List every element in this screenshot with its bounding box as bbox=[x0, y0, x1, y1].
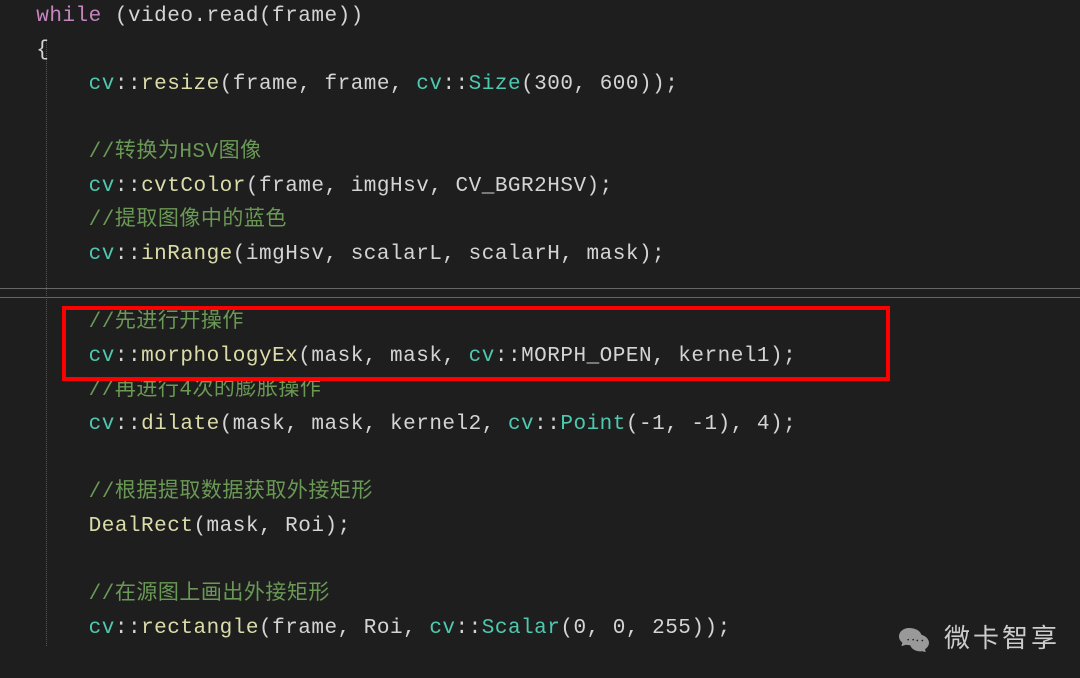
args: (mask, Roi); bbox=[193, 515, 350, 538]
code-line: //根据提取数据获取外接矩形 bbox=[10, 476, 1080, 510]
comment: //先进行开操作 bbox=[89, 311, 244, 334]
code-line: //转换为HSV图像 bbox=[10, 136, 1080, 170]
args: (frame, Roi, bbox=[259, 617, 429, 640]
horizontal-divider bbox=[0, 297, 1080, 298]
method: inRange bbox=[141, 243, 233, 266]
comment: //在源图上画出外接矩形 bbox=[89, 583, 330, 606]
watermark-text: 微卡智享 bbox=[944, 621, 1060, 655]
code-line: cv::dilate(mask, mask, kernel2, cv::Poin… bbox=[10, 408, 1080, 442]
namespace: cv bbox=[89, 73, 115, 96]
args: (mask, mask, kernel2, bbox=[220, 413, 508, 436]
args: , kernel1); bbox=[652, 345, 796, 368]
method: dilate bbox=[141, 413, 220, 436]
args: (imgHsv, scalarL, scalarH, mask); bbox=[233, 243, 665, 266]
brace: { bbox=[36, 39, 49, 62]
type: Point bbox=[560, 413, 626, 436]
code-line: //提取图像中的蓝色 bbox=[10, 204, 1080, 238]
comment: //根据提取数据获取外接矩形 bbox=[89, 481, 373, 504]
code-line: //在源图上画出外接矩形 bbox=[10, 578, 1080, 612]
code-line: { bbox=[10, 34, 1080, 68]
code-line: //先进行开操作 bbox=[10, 306, 1080, 340]
blank-line bbox=[10, 102, 1080, 136]
type: Scalar bbox=[482, 617, 561, 640]
args: (frame, frame, bbox=[220, 73, 417, 96]
args: (frame, imgHsv, CV_BGR2HSV); bbox=[246, 175, 613, 198]
wechat-icon bbox=[894, 618, 934, 658]
keyword-while: while bbox=[36, 5, 102, 28]
method: morphologyEx bbox=[141, 345, 298, 368]
method: DealRect bbox=[89, 515, 194, 538]
scope-op: :: bbox=[115, 413, 141, 436]
namespace: cv bbox=[416, 73, 442, 96]
scope-op: :: bbox=[115, 175, 141, 198]
scope-op: :: bbox=[495, 345, 521, 368]
scope-op: :: bbox=[456, 617, 482, 640]
method: resize bbox=[141, 73, 220, 96]
scope-op: :: bbox=[115, 73, 141, 96]
code-text: (video.read(frame)) bbox=[102, 5, 364, 28]
args: (mask, mask, bbox=[298, 345, 468, 368]
scope-op: :: bbox=[115, 617, 141, 640]
horizontal-divider bbox=[0, 288, 1080, 289]
scope-op: :: bbox=[534, 413, 560, 436]
code-editor: while (video.read(frame)) { cv::resize(f… bbox=[0, 0, 1080, 646]
namespace: cv bbox=[508, 413, 534, 436]
blank-line bbox=[10, 544, 1080, 578]
code-line: cv::resize(frame, frame, cv::Size(300, 6… bbox=[10, 68, 1080, 102]
args: (300, 600)); bbox=[521, 73, 678, 96]
namespace: cv bbox=[89, 243, 115, 266]
args: (-1, -1), 4); bbox=[626, 413, 796, 436]
constant: MORPH_OPEN bbox=[521, 345, 652, 368]
comment: //提取图像中的蓝色 bbox=[89, 209, 287, 232]
code-line: cv::morphologyEx(mask, mask, cv::MORPH_O… bbox=[10, 340, 1080, 374]
type: Size bbox=[469, 73, 521, 96]
code-line: //再进行4次的膨胀操作 bbox=[10, 374, 1080, 408]
namespace: cv bbox=[469, 345, 495, 368]
method: cvtColor bbox=[141, 175, 246, 198]
namespace: cv bbox=[89, 617, 115, 640]
namespace: cv bbox=[89, 413, 115, 436]
comment: //转换为HSV图像 bbox=[89, 141, 262, 164]
scope-op: :: bbox=[115, 345, 141, 368]
code-line: cv::inRange(imgHsv, scalarL, scalarH, ma… bbox=[10, 238, 1080, 272]
scope-op: :: bbox=[115, 243, 141, 266]
method: rectangle bbox=[141, 617, 259, 640]
blank-line bbox=[10, 442, 1080, 476]
args: (0, 0, 255)); bbox=[560, 617, 730, 640]
code-line: while (video.read(frame)) bbox=[10, 0, 1080, 34]
blank-line bbox=[10, 272, 1080, 306]
code-line: cv::cvtColor(frame, imgHsv, CV_BGR2HSV); bbox=[10, 170, 1080, 204]
namespace: cv bbox=[89, 175, 115, 198]
watermark: 微卡智享 bbox=[894, 618, 1060, 658]
namespace: cv bbox=[429, 617, 455, 640]
comment: //再进行4次的膨胀操作 bbox=[89, 379, 322, 402]
namespace: cv bbox=[89, 345, 115, 368]
code-line: DealRect(mask, Roi); bbox=[10, 510, 1080, 544]
scope-op: :: bbox=[442, 73, 468, 96]
